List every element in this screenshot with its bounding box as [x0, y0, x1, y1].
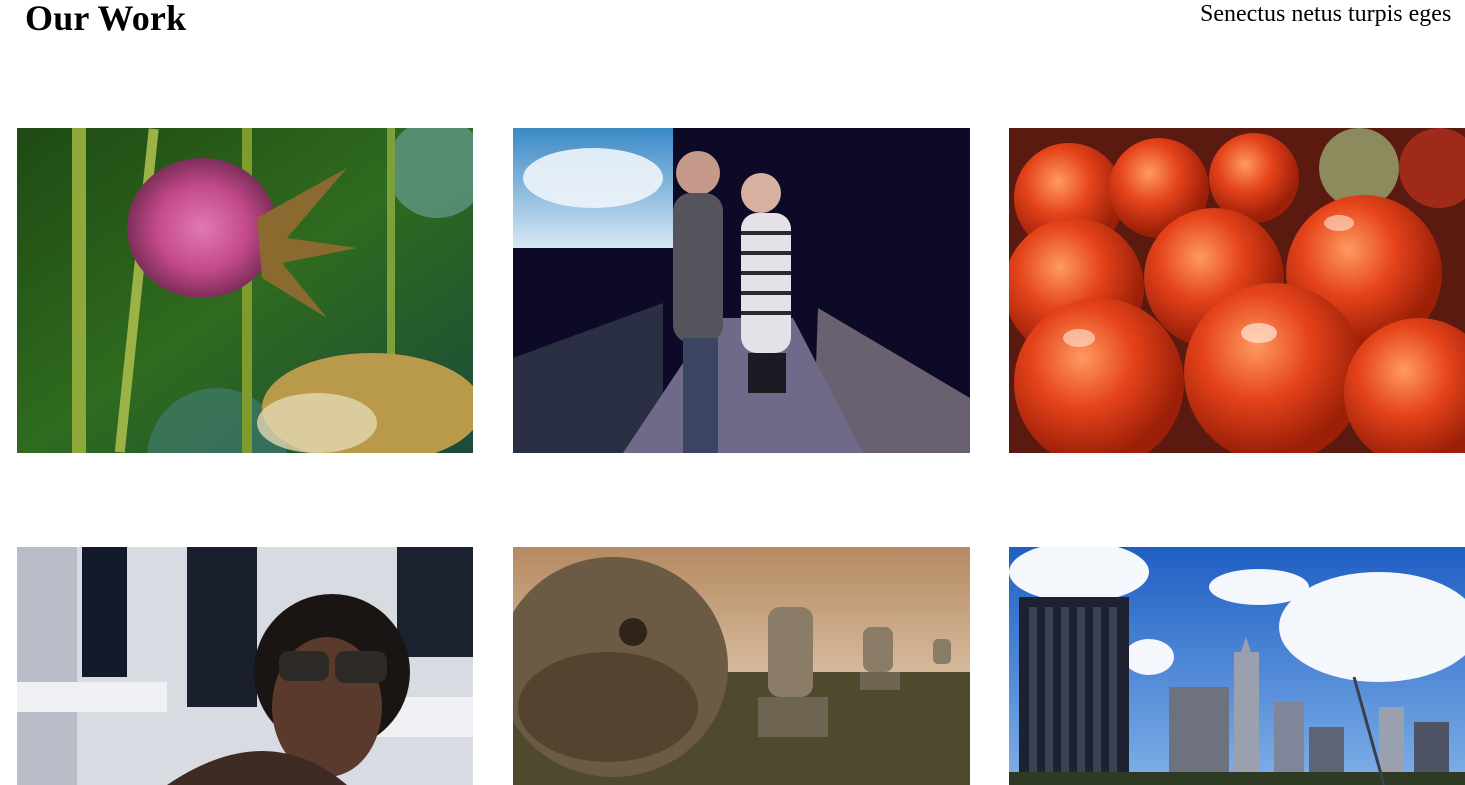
- page: Our Work Senectus netus turpis eges: [0, 0, 1465, 785]
- gallery-item-thistle[interactable]: [17, 128, 473, 453]
- skyline-image: [1009, 547, 1465, 785]
- gallery-item-skyline[interactable]: [1009, 547, 1465, 785]
- gallery-item-couple[interactable]: [513, 128, 970, 453]
- page-tagline: Senectus netus turpis eges: [1200, 1, 1452, 27]
- portrait-image: [17, 547, 473, 785]
- gallery-item-statues[interactable]: [513, 547, 970, 785]
- gallery-item-portrait[interactable]: [17, 547, 473, 785]
- page-title: Our Work: [25, 0, 187, 38]
- statues-image: [513, 547, 970, 785]
- gallery-item-tomatoes[interactable]: [1009, 128, 1465, 453]
- thistle-flower-image: [17, 128, 473, 453]
- couple-photo-image: [513, 128, 970, 453]
- tomatoes-image: [1009, 128, 1465, 453]
